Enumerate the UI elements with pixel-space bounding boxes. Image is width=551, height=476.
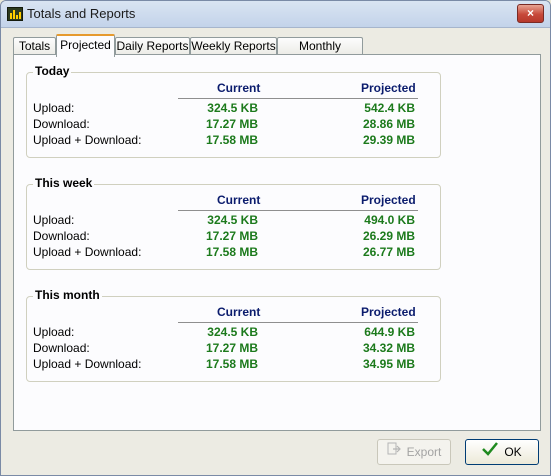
total-projected-value: 29.39 MB [362, 133, 415, 147]
tab-projected[interactable]: Projected [56, 34, 115, 57]
current-header: Current [217, 81, 261, 95]
group-this-week: This week Current Projected Upload: Down… [26, 176, 441, 270]
upload-current-value: 324.5 KB [207, 325, 258, 339]
projected-panel: Today Current Projected Upload: Download… [13, 54, 541, 431]
close-button[interactable]: × [517, 4, 544, 23]
header-divider [178, 98, 418, 99]
group-title: Today [33, 64, 72, 78]
projected-header: Projected [361, 305, 416, 319]
download-label: Download: [33, 117, 90, 131]
total-label: Upload + Download: [33, 245, 142, 259]
download-current-value: 17.27 MB [205, 117, 258, 131]
upload-projected-value: 494.0 KB [364, 213, 415, 227]
total-label: Upload + Download: [33, 357, 142, 371]
total-current-value: 17.58 MB [205, 357, 258, 371]
tab-totals[interactable]: Totals [13, 37, 56, 55]
total-label: Upload + Download: [33, 133, 142, 147]
upload-label: Upload: [33, 325, 75, 339]
upload-current-value: 324.5 KB [207, 101, 258, 115]
download-current-value: 17.27 MB [205, 341, 258, 355]
tab-daily-reports[interactable]: Daily Reports [115, 37, 190, 55]
download-projected-value: 26.29 MB [362, 229, 415, 243]
download-projected-value: 28.86 MB [362, 117, 415, 131]
projected-header: Projected [361, 193, 416, 207]
tab-monthly-reports[interactable]: Monthly Reports [277, 37, 363, 70]
app-icon [7, 7, 23, 21]
ok-label: OK [504, 445, 522, 459]
download-label: Download: [33, 229, 90, 243]
title-bar[interactable]: Totals and Reports × [1, 1, 550, 28]
ok-button[interactable]: OK [465, 439, 539, 465]
export-icon [387, 440, 401, 464]
group-title: This month [33, 288, 102, 302]
total-projected-value: 26.77 MB [362, 245, 415, 259]
export-label: Export [406, 445, 442, 459]
group-title: This week [33, 176, 95, 190]
upload-label: Upload: [33, 101, 75, 115]
group-this-month: This month Current Projected Upload: Dow… [26, 288, 441, 382]
header-divider [178, 210, 418, 211]
upload-projected-value: 644.9 KB [364, 325, 415, 339]
checkmark-icon [482, 440, 499, 464]
export-button[interactable]: Export [377, 439, 451, 465]
window-title: Totals and Reports [27, 6, 136, 21]
download-label: Download: [33, 341, 90, 355]
download-projected-value: 34.32 MB [362, 341, 415, 355]
tab-weekly-reports[interactable]: Weekly Reports [190, 37, 277, 55]
header-divider [178, 322, 418, 323]
projected-header: Projected [361, 81, 416, 95]
group-today: Today Current Projected Upload: Download… [26, 64, 441, 158]
totals-reports-window: Totals and Reports × Totals Projected Da… [0, 0, 551, 476]
upload-label: Upload: [33, 213, 75, 227]
total-projected-value: 34.95 MB [362, 357, 415, 371]
upload-current-value: 324.5 KB [207, 213, 258, 227]
current-header: Current [217, 305, 261, 319]
download-current-value: 17.27 MB [205, 229, 258, 243]
close-icon: × [526, 6, 534, 20]
total-current-value: 17.58 MB [205, 245, 258, 259]
total-current-value: 17.58 MB [205, 133, 258, 147]
upload-projected-value: 542.4 KB [364, 101, 415, 115]
current-header: Current [217, 193, 261, 207]
